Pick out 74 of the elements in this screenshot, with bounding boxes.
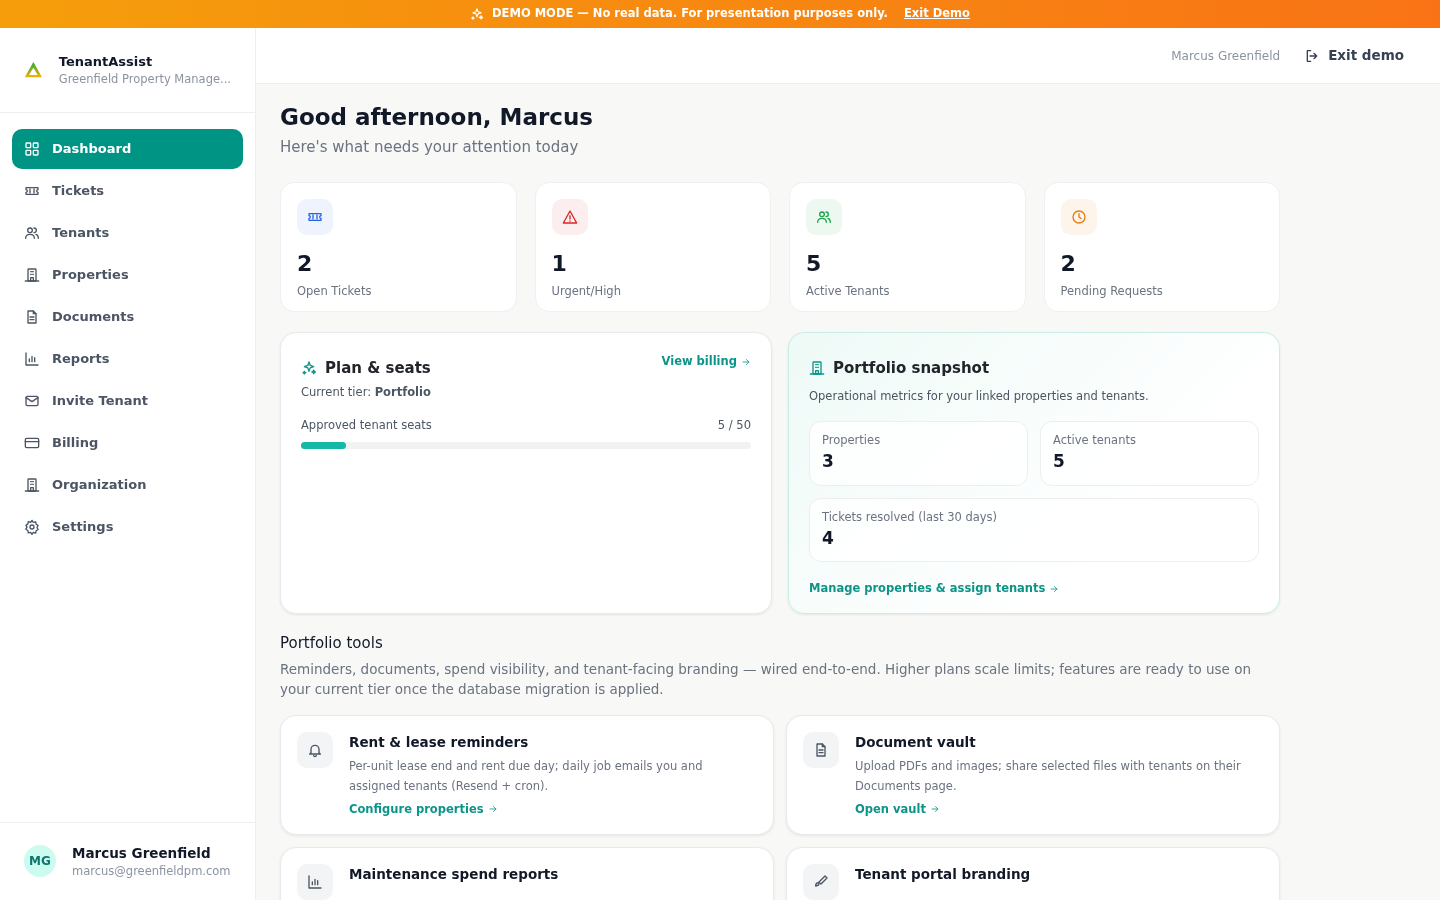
stat-value: 2 — [297, 253, 314, 276]
exit-demo-button[interactable]: Exit demo — [1304, 45, 1404, 66]
seats-label: Approved tenant seats — [301, 416, 432, 434]
tool-title: Maintenance spend reports — [349, 865, 559, 885]
card-title: Portfolio snapshot — [833, 358, 990, 380]
demo-banner-text: DEMO MODE — No real data. For presentation purposes only. — [492, 5, 888, 23]
arrow-right-icon — [1049, 583, 1060, 594]
warning-icon — [561, 209, 578, 226]
sparkle-icon — [301, 360, 317, 377]
tool-link[interactable]: Open vault — [855, 800, 940, 818]
sidebar-item[interactable]: Properties — [12, 255, 243, 295]
users-icon — [24, 225, 40, 241]
stat-value: 1 — [551, 253, 568, 276]
seats-reading: 5 / 50 — [717, 416, 751, 434]
sidebar-item[interactable]: Tickets — [12, 171, 243, 211]
tool-description: Upload PDFs and images; share selected files with tenants on their Documents page. — [855, 758, 1242, 796]
building-icon — [24, 267, 40, 283]
tool-link[interactable]: Configure properties — [349, 800, 498, 818]
sidebar-item[interactable]: Reports — [12, 339, 243, 379]
card-title: Plan & seats — [325, 358, 431, 380]
metric-label: Properties — [822, 431, 882, 449]
metric-value: 4 — [822, 526, 835, 550]
arrow-right-icon — [741, 356, 751, 367]
greeting-title: Good afternoon, Marcus — [280, 104, 594, 132]
sidebar-item[interactable]: Dashboard — [12, 129, 243, 169]
credit-card-icon — [24, 435, 40, 451]
sidebar-item[interactable]: Settings — [12, 507, 243, 547]
bar-chart-icon — [24, 351, 40, 367]
app-name: TenantAssist — [58, 52, 154, 71]
sparkle-icon — [470, 7, 485, 21]
document-icon — [813, 742, 829, 759]
organization-name: Greenfield Property Manage... — [58, 71, 231, 89]
user-email: marcus@greenfieldpm.com — [72, 862, 231, 880]
arrow-right-icon — [929, 804, 940, 815]
greeting-subtitle: Here's what needs your attention today — [280, 136, 580, 158]
building-icon — [24, 477, 40, 493]
stat-value: 5 — [806, 253, 823, 276]
user-name: Marcus Greenfield — [1171, 47, 1281, 65]
user-avatar: MG — [24, 845, 56, 878]
sidebar-item[interactable]: Documents — [12, 297, 243, 337]
stat-label: Active Tenants — [806, 283, 891, 301]
tool-title: Tenant portal branding — [855, 865, 1031, 885]
grid-icon — [24, 141, 40, 157]
bar-chart-icon — [307, 874, 323, 891]
metric-label: Tickets resolved (last 30 days) — [822, 508, 999, 526]
sidebar-item[interactable]: Billing — [12, 423, 243, 463]
section-description: Reminders, documents, spend visibility, and tenant-facing branding — wired end-to-end. Higher plans scale limits; features are ready to use on your current tier once the database migration is applied. — [280, 659, 1252, 699]
view-billing-link[interactable]: View billing — [661, 353, 751, 371]
metric-value: 5 — [1053, 450, 1066, 474]
card-subtitle: Operational metrics for your linked properties and tenants. — [809, 387, 1150, 405]
arrow-right-icon — [487, 804, 498, 815]
users-icon — [816, 209, 832, 226]
settings-icon — [24, 519, 40, 535]
stat-label: Pending Requests — [1060, 283, 1164, 301]
sidebar-item[interactable]: Organization — [12, 465, 243, 505]
document-icon — [24, 309, 40, 325]
user-name: Marcus Greenfield — [72, 843, 212, 863]
sidebar-item[interactable]: Invite Tenant — [12, 381, 243, 421]
metric-label: Active tenants — [1053, 431, 1137, 449]
stat-label: Open Tickets — [297, 283, 373, 301]
tool-title: Document vault — [855, 733, 977, 753]
building-icon — [809, 360, 825, 377]
clock-icon — [1070, 209, 1087, 226]
bell-icon — [307, 742, 323, 759]
sidebar-item[interactable]: Tenants — [12, 213, 243, 253]
tool-title: Rent & lease reminders — [349, 733, 530, 753]
tool-description: Per-unit lease end and rent due day; daily job emails you and assigned tenants (Resend + cron). — [349, 758, 704, 796]
metric-value: 3 — [822, 450, 835, 474]
stat-value: 2 — [1060, 253, 1077, 276]
mail-icon — [24, 393, 40, 409]
section-title: Portfolio tools — [280, 633, 384, 655]
stat-label: Urgent/High — [551, 283, 622, 301]
manage-properties-link[interactable]: Manage properties & assign tenants — [809, 580, 1060, 598]
current-tier-text: Current tier: Portfolio — [301, 383, 432, 401]
